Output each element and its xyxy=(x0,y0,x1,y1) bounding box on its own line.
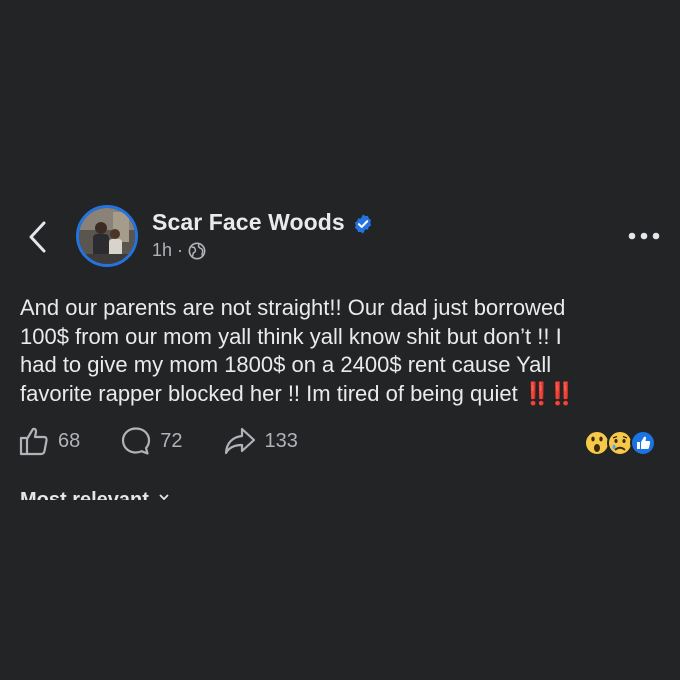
globe-icon xyxy=(188,242,206,259)
post-timestamp[interactable]: 1h xyxy=(152,240,172,261)
post-screen: Scar Face Woods 1h · And our parents are… xyxy=(0,0,680,680)
verified-badge-icon xyxy=(354,214,372,234)
chevron-left-icon xyxy=(29,221,46,253)
reaction-icons xyxy=(584,430,656,456)
more-options-button[interactable] xyxy=(624,224,664,248)
comments-sort-dropdown[interactable]: Most relevant xyxy=(20,486,171,500)
share-arrow-icon xyxy=(224,427,255,455)
chevron-down-icon xyxy=(159,494,169,500)
thumbs-up-icon xyxy=(19,427,48,456)
back-button[interactable] xyxy=(22,218,52,256)
author-name[interactable]: Scar Face Woods xyxy=(152,209,345,236)
post-body: And our parents are not straight!! Our d… xyxy=(20,294,665,408)
comment-count: 72 xyxy=(160,429,183,452)
sad-reaction-icon xyxy=(607,430,633,456)
more-dots-icon xyxy=(628,232,660,240)
avatar-image xyxy=(79,208,135,264)
like-count: 68 xyxy=(58,429,81,452)
double-exclamation-emoji: ‼️‼️ xyxy=(523,380,576,406)
like-button[interactable]: 68 xyxy=(18,425,80,457)
like-reaction-icon xyxy=(630,430,656,456)
wow-reaction-icon xyxy=(584,430,610,456)
sort-label-text: Most relevant xyxy=(20,489,149,500)
reaction-summary[interactable] xyxy=(584,428,664,458)
post-body-text: And our parents are not straight!! Our d… xyxy=(20,295,566,406)
comment-bubble-icon xyxy=(122,427,151,455)
share-button[interactable]: 133 xyxy=(223,425,298,457)
avatar[interactable] xyxy=(76,205,138,267)
post-actions: 68 72 133 xyxy=(18,423,298,459)
meta-separator: · xyxy=(177,240,184,260)
post-meta: 1h · xyxy=(152,240,206,261)
comment-button[interactable]: 72 xyxy=(120,425,183,457)
share-count: 133 xyxy=(264,429,298,452)
